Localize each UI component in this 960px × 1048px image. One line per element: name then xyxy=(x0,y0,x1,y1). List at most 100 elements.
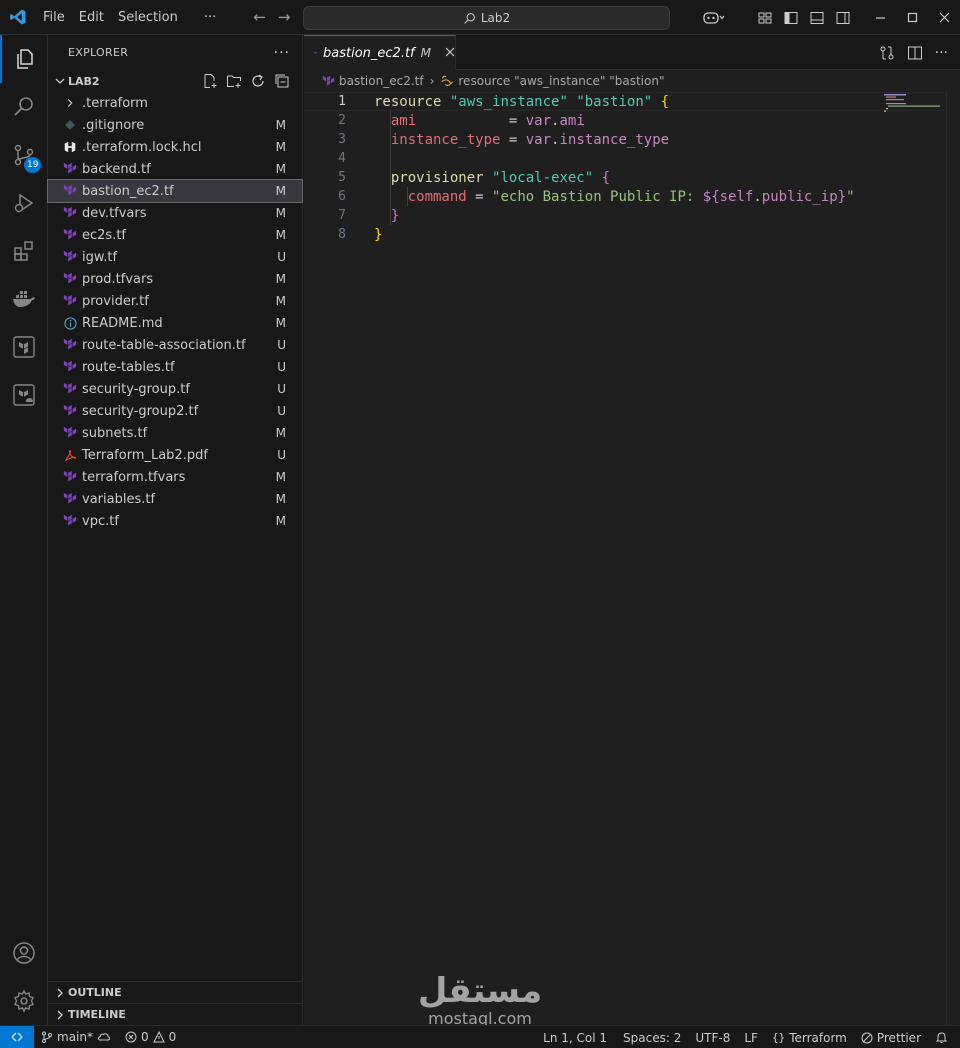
file-item[interactable]: vpc.tf M xyxy=(48,510,302,532)
cursor-position[interactable]: Ln 1, Col 1 xyxy=(536,1026,614,1048)
terraform-file-icon xyxy=(322,75,335,86)
search-activity-icon[interactable] xyxy=(0,83,48,131)
file-item[interactable]: README.md M xyxy=(48,312,302,334)
breadcrumb-symbol[interactable]: resource "aws_instance" "bastion" xyxy=(458,74,664,88)
git-branch-status[interactable]: main* xyxy=(34,1026,118,1048)
settings-gear-icon[interactable] xyxy=(0,977,48,1025)
vertical-scrollbar[interactable] xyxy=(946,92,960,1025)
minimap[interactable] xyxy=(884,94,944,116)
source-control-activity-icon[interactable]: 19 xyxy=(0,131,48,179)
file-item[interactable]: .gitignore M xyxy=(48,114,302,136)
back-arrow-icon[interactable]: ← xyxy=(253,8,266,26)
end-of-line[interactable]: LF xyxy=(737,1026,765,1048)
workspace-folder[interactable]: LAB2 xyxy=(48,70,302,92)
minimize-icon[interactable] xyxy=(864,0,896,35)
explorer-activity-icon[interactable] xyxy=(0,35,48,83)
notifications-bell-icon[interactable] xyxy=(928,1026,960,1048)
file-item[interactable]: provider.tf M xyxy=(48,290,302,312)
file-item[interactable]: security-group2.tf U xyxy=(48,400,302,422)
file-item[interactable]: .terraform xyxy=(48,92,302,114)
file-name: .terraform.lock.hcl xyxy=(82,139,202,155)
problems-status[interactable]: 0 0 xyxy=(118,1026,183,1048)
new-folder-icon[interactable] xyxy=(226,73,242,89)
chevron-down-icon xyxy=(55,78,65,84)
toggle-panel-icon[interactable] xyxy=(804,0,830,35)
menu-selection[interactable]: Selection xyxy=(111,0,185,35)
language-mode[interactable]: {} Terraform xyxy=(765,1026,854,1048)
command-center-search[interactable]: Lab2 xyxy=(303,6,670,30)
collapse-all-icon[interactable] xyxy=(274,73,290,89)
code-line-4: 4 xyxy=(304,149,944,168)
file-item[interactable]: variables.tf M xyxy=(48,488,302,510)
file-tree: .terraform .gitignore M .terraform.lock.hcl… xyxy=(47,92,303,532)
indentation[interactable]: Spaces: 2 xyxy=(616,1026,688,1048)
file-item[interactable]: terraform.tfvars M xyxy=(48,466,302,488)
forward-arrow-icon[interactable]: → xyxy=(278,8,291,26)
warning-count: 0 xyxy=(168,1030,177,1044)
timeline-section[interactable]: TIMELINE xyxy=(48,1003,303,1025)
copilot-icon[interactable] xyxy=(696,0,732,35)
more-actions-icon[interactable]: ··· xyxy=(274,45,290,61)
close-window-icon[interactable] xyxy=(928,0,960,35)
file-item[interactable]: security-group.tf U xyxy=(48,378,302,400)
split-editor-icon[interactable] xyxy=(907,45,923,61)
tab-close-icon[interactable] xyxy=(445,45,455,61)
language-label: Terraform xyxy=(789,1030,847,1045)
code-editor[interactable]: 1 resource "aws_instance" "bastion" { 2 … xyxy=(304,92,960,1025)
terraform-cloud-activity-icon[interactable] xyxy=(0,371,48,419)
status-right: Ln 1, Col 1 Spaces: 2 UTF-8 LF {} Terraf… xyxy=(536,1026,960,1048)
warning-icon xyxy=(152,1031,165,1043)
maximize-icon[interactable] xyxy=(896,0,928,35)
toggle-secondary-sidebar-icon[interactable] xyxy=(830,0,856,35)
customize-layout-icon[interactable] xyxy=(752,0,778,35)
file-name: bastion_ec2.tf xyxy=(82,183,174,199)
compare-changes-icon[interactable] xyxy=(879,45,895,61)
toggle-primary-sidebar-icon[interactable] xyxy=(778,0,804,35)
file-item[interactable]: route-table-association.tf U xyxy=(48,334,302,356)
file-item[interactable]: igw.tf U xyxy=(48,246,302,268)
file-item[interactable]: backend.tf M xyxy=(48,158,302,180)
run-debug-activity-icon[interactable] xyxy=(0,179,48,227)
file-item[interactable]: route-tables.tf U xyxy=(48,356,302,378)
prettier-label: Prettier xyxy=(876,1030,921,1045)
git-status-badge: M xyxy=(275,272,286,286)
breadcrumb-file[interactable]: bastion_ec2.tf xyxy=(339,74,424,88)
git-status-badge: M xyxy=(275,426,286,440)
sync-cloud-icon[interactable] xyxy=(97,1031,111,1043)
menu-more[interactable]: ··· xyxy=(197,0,223,35)
tab-bastion-ec2[interactable]: bastion_ec2.tf M xyxy=(304,35,456,70)
accounts-activity-icon[interactable] xyxy=(0,929,48,977)
terraform-file-icon xyxy=(62,249,78,265)
new-file-icon[interactable] xyxy=(202,73,218,89)
file-item[interactable]: Terraform_Lab2.pdf U xyxy=(48,444,302,466)
git-file-icon xyxy=(62,117,78,133)
file-item[interactable]: subnets.tf M xyxy=(48,422,302,444)
file-item[interactable]: prod.tfvars M xyxy=(48,268,302,290)
docker-activity-icon[interactable] xyxy=(0,275,48,323)
git-status-badge: U xyxy=(277,448,286,462)
extensions-activity-icon[interactable] xyxy=(0,227,48,275)
file-name: .terraform xyxy=(82,95,148,111)
git-status-badge: M xyxy=(275,514,286,528)
file-item[interactable]: .terraform.lock.hcl M xyxy=(48,136,302,158)
search-icon xyxy=(464,12,475,24)
prettier-status[interactable]: Prettier xyxy=(854,1026,928,1048)
terraform-activity-icon[interactable] xyxy=(0,323,48,371)
remote-indicator-icon[interactable] xyxy=(0,1025,34,1048)
file-name: Terraform_Lab2.pdf xyxy=(82,447,208,463)
encoding[interactable]: UTF-8 xyxy=(688,1026,737,1048)
terraform-file-icon xyxy=(62,205,78,221)
editor-tab-bar: bastion_ec2.tf M ··· xyxy=(304,35,960,70)
menu-file[interactable]: File xyxy=(36,0,72,35)
branch-name: main* xyxy=(57,1030,93,1044)
file-item[interactable]: dev.tfvars M xyxy=(48,202,302,224)
editor-more-icon[interactable]: ··· xyxy=(935,45,948,61)
file-name: terraform.tfvars xyxy=(82,469,186,485)
file-item[interactable]: bastion_ec2.tf M xyxy=(47,179,303,203)
refresh-icon[interactable] xyxy=(250,73,266,89)
file-item[interactable]: ec2s.tf M xyxy=(48,224,302,246)
file-name: prod.tfvars xyxy=(82,271,154,287)
outline-section[interactable]: OUTLINE xyxy=(48,981,303,1003)
menu-edit[interactable]: Edit xyxy=(72,0,111,35)
hcl-icon xyxy=(62,139,78,155)
